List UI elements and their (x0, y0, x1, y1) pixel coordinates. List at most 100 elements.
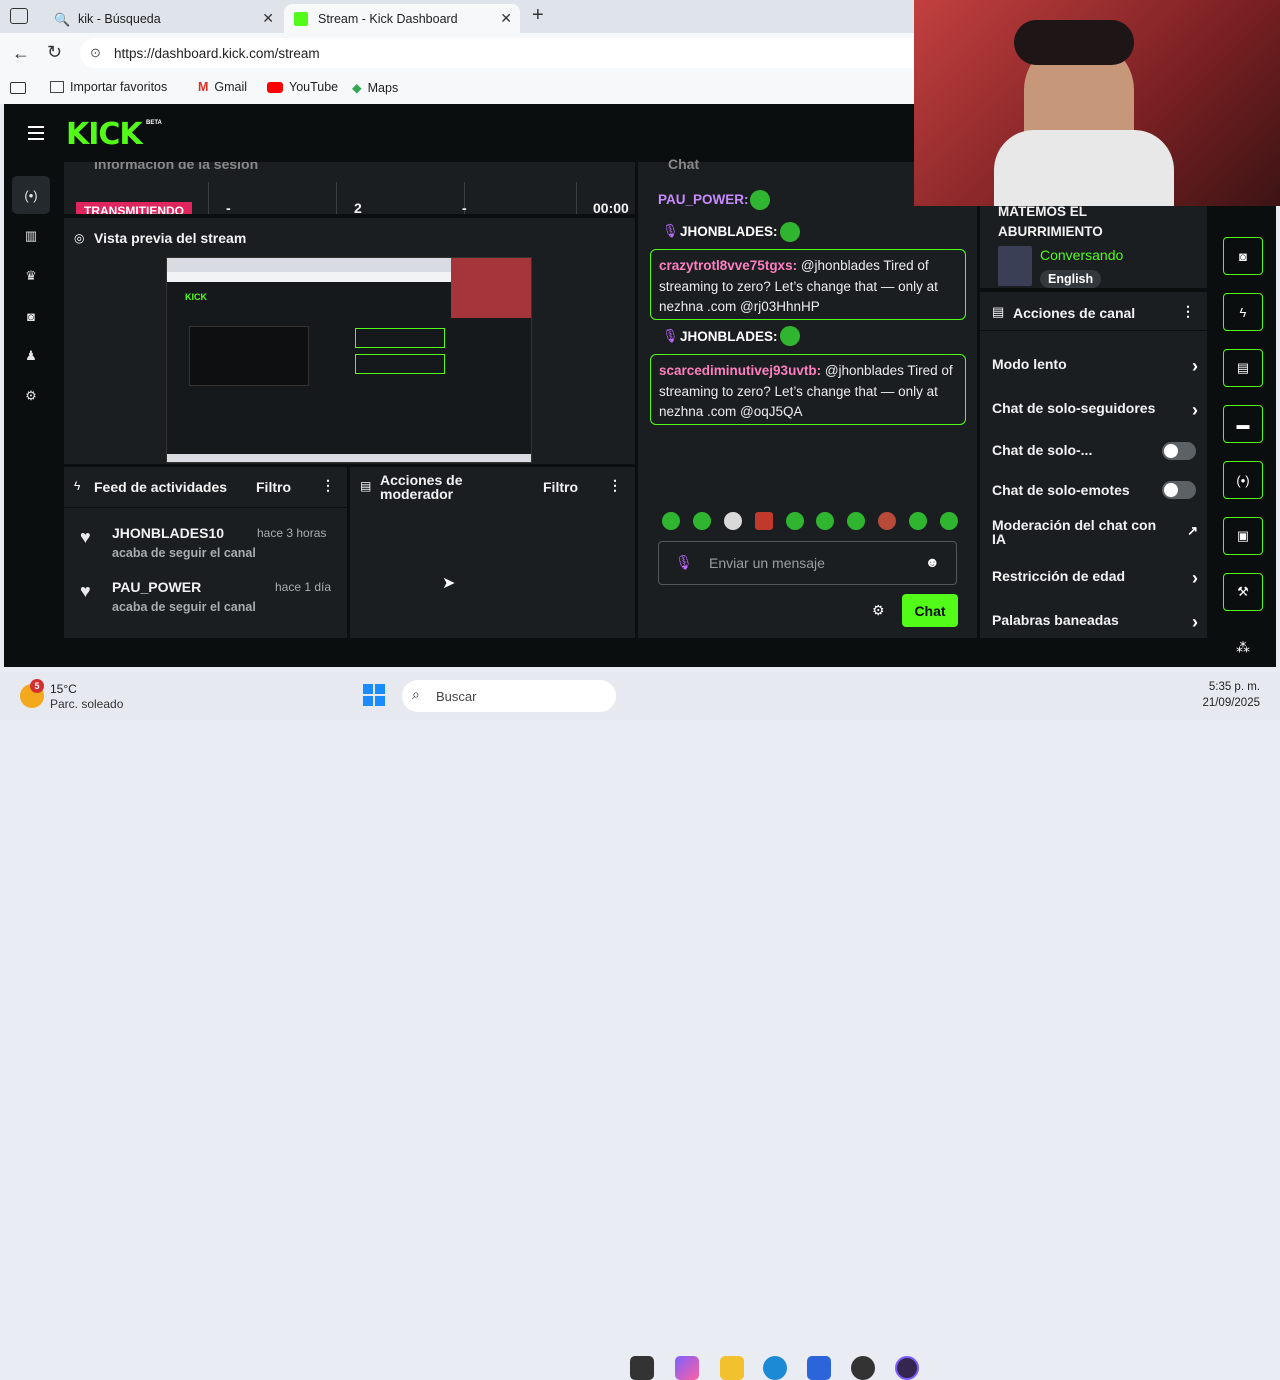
analytics-icon[interactable]: ▥ (19, 224, 43, 248)
emote-icon[interactable] (754, 512, 773, 530)
emote-icon[interactable] (816, 512, 835, 530)
windows-start-icon[interactable] (363, 684, 385, 706)
close-icon[interactable]: ✕ (262, 10, 274, 27)
bookmark-youtube[interactable]: YouTube (267, 80, 338, 94)
bookmark-gmail[interactable]: M Gmail (198, 80, 247, 94)
heart-icon: ♥ (80, 581, 91, 601)
task-view-icon[interactable] (630, 1356, 654, 1380)
more-vertical-icon[interactable]: ⋮ (608, 477, 622, 494)
taskbar-search[interactable]: ⌕ Buscar (402, 680, 616, 712)
age-restriction-item[interactable]: Restricción de edad › (992, 568, 1198, 588)
chat-bubble-icon[interactable]: ▬ (1223, 405, 1263, 443)
feed-time: hace 3 horas (257, 526, 327, 540)
emoji-icon[interactable]: ☻ (925, 554, 940, 570)
chat-username[interactable]: crazytrotl8vve75tgxs: (659, 258, 797, 273)
chat-input-placeholder: Enviar un mensaje (709, 555, 825, 571)
stream-category[interactable]: Conversando (1040, 247, 1123, 263)
streamer-hair (1014, 20, 1134, 65)
sidebar-icon[interactable] (10, 82, 26, 94)
feed-filter-button[interactable]: Filtro (256, 479, 291, 495)
tab-actions-icon[interactable] (10, 8, 28, 24)
obs-icon[interactable] (895, 1356, 919, 1380)
layout-nodes-icon[interactable]: ⁂ (1236, 639, 1250, 656)
ai-moderation-item[interactable]: Moderación del chat con IA ↗ (992, 518, 1198, 546)
stream-preview-video[interactable]: KICK (166, 257, 532, 463)
chat-username[interactable]: PAU_POWER: (658, 192, 749, 207)
reload-icon[interactable]: ↻ (47, 42, 62, 63)
url-field[interactable]: ⊙ https://dashboard.kick.com/stream (80, 38, 930, 68)
video-icon[interactable]: ▣ (1223, 517, 1263, 555)
followers-only-item[interactable]: Chat de solo-seguidores › (992, 400, 1198, 420)
close-icon[interactable]: ✕ (500, 10, 512, 27)
emote-icon[interactable] (909, 512, 927, 530)
emote-icon[interactable] (692, 512, 711, 530)
emote-icon[interactable] (847, 512, 866, 530)
trophy-icon[interactable]: ♛ (19, 264, 43, 288)
notes-icon[interactable]: ▤ (1223, 349, 1263, 387)
microphone-icon: 🎙 (662, 223, 679, 238)
emote-icon[interactable] (939, 512, 958, 530)
kick-favicon-icon (294, 11, 308, 26)
broadcast-icon[interactable]: (•) (19, 183, 43, 207)
preview-title: Vista previa del stream (94, 230, 247, 246)
chat-username[interactable]: JHONBLADES: (680, 224, 778, 239)
slow-mode-item[interactable]: Modo lento › (992, 356, 1198, 376)
category-thumbnail[interactable] (998, 246, 1032, 286)
emote-icon[interactable] (878, 512, 897, 530)
clock-date[interactable]: 21/09/2025 (1180, 697, 1260, 709)
session-stat: 00:00 (593, 200, 629, 214)
feed-user[interactable]: PAU_POWER (112, 579, 201, 595)
gear-icon[interactable]: ⚙ (19, 384, 43, 408)
bookmark-import[interactable]: Importar favoritos (50, 80, 167, 94)
bookmark-label: Maps (367, 80, 399, 95)
feed-user[interactable]: JHONBLADES10 (112, 525, 224, 541)
app-icon[interactable] (851, 1356, 875, 1380)
feed-action: acaba de seguir el canal (112, 600, 256, 614)
tab-kick-dashboard[interactable]: Stream - Kick Dashboard ✕ (284, 4, 520, 33)
session-title: Información de la sesión (94, 162, 259, 172)
chevron-right-icon: › (1192, 356, 1198, 376)
chat-username[interactable]: JHONBLADES: (680, 329, 778, 344)
chat-input[interactable]: 🎙 Enviar un mensaje ☻ (658, 541, 957, 585)
clock-time[interactable]: 5:35 p. m. (1180, 681, 1260, 693)
emote-icon[interactable] (662, 512, 680, 530)
channel-actions-title: Acciones de canal (1013, 305, 1136, 321)
chat-title: Chat (668, 156, 700, 172)
chevron-right-icon: › (1192, 400, 1198, 420)
more-vertical-icon[interactable]: ⋮ (321, 477, 335, 494)
users-icon[interactable]: ♟ (19, 344, 43, 368)
wrench-icon[interactable]: ⚒ (1223, 573, 1263, 611)
back-arrow-icon[interactable]: ← (12, 43, 30, 64)
lightning-icon[interactable]: ϟ (1223, 293, 1263, 331)
chat-username[interactable]: scarcediminutivej93uvtb: (659, 363, 821, 378)
emote-bar (662, 512, 958, 532)
menu-icon[interactable] (28, 126, 44, 140)
edge-icon[interactable] (763, 1356, 787, 1380)
kick-logo[interactable]: KICK (66, 117, 143, 152)
subs-only-toggle[interactable] (1162, 442, 1196, 460)
mod-filter-button[interactable]: Filtro (543, 479, 578, 495)
more-vertical-icon[interactable]: ⋮ (1181, 303, 1195, 320)
emotes-only-toggle[interactable] (1162, 481, 1196, 499)
bookmark-maps[interactable]: ◆ Maps (352, 80, 399, 96)
site-info-icon[interactable]: ⊙ (90, 45, 101, 61)
send-chat-button[interactable]: Chat (902, 594, 958, 627)
feed-title: Feed de actividades (94, 479, 228, 495)
microphone-icon[interactable]: 🎙 (675, 554, 693, 571)
copilot-icon[interactable] (675, 1356, 699, 1380)
dashboard-icon: ▤ (992, 304, 1005, 319)
session-stat: - (226, 200, 231, 214)
capture-icon[interactable]: ◙ (1223, 237, 1263, 275)
banned-words-item[interactable]: Palabras baneadas › (992, 612, 1198, 632)
tab-search[interactable]: 🔍 kik - Búsqueda ✕ (44, 4, 282, 33)
camera-icon[interactable]: ◙ (19, 304, 43, 328)
file-explorer-icon[interactable] (720, 1356, 744, 1380)
weather-badge: 5 (30, 679, 44, 693)
new-tab-icon[interactable]: + (532, 4, 544, 27)
emote-icon[interactable] (723, 512, 742, 530)
lightning-icon: ϟ (74, 479, 81, 493)
broadcast-icon[interactable]: (•) (1223, 461, 1263, 499)
store-icon[interactable] (807, 1356, 831, 1380)
gear-icon[interactable]: ⚙ (872, 602, 885, 619)
emote-icon[interactable] (785, 512, 804, 530)
